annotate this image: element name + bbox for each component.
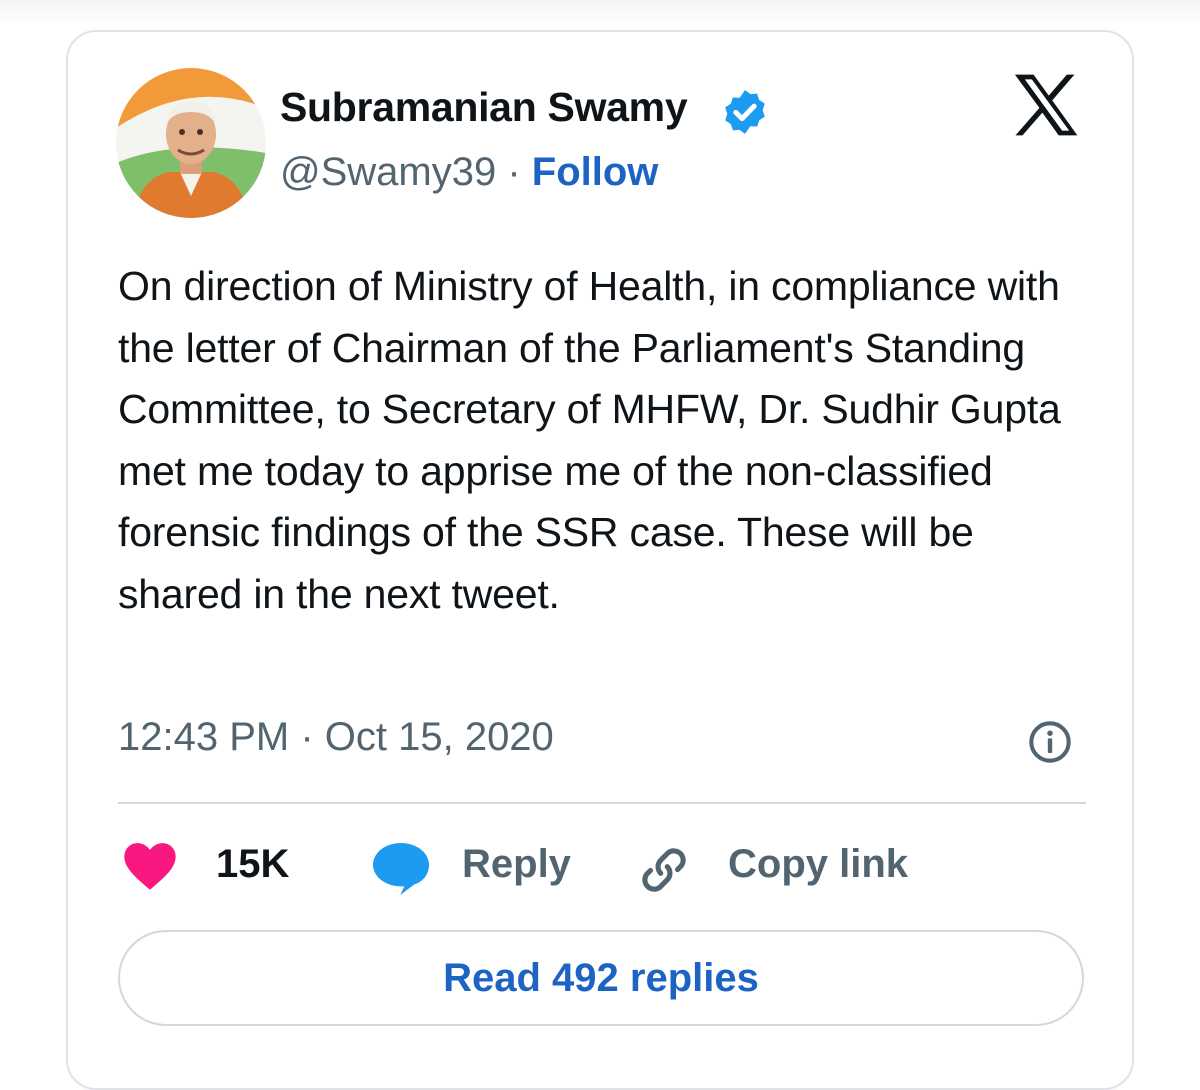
author-display-name[interactable]: Subramanian Swamy bbox=[280, 84, 688, 131]
avatar-image bbox=[116, 68, 266, 218]
copy-link-button[interactable]: Copy link bbox=[632, 836, 922, 900]
link-icon bbox=[642, 848, 686, 892]
author-handle[interactable]: @Swamy39 bbox=[280, 150, 496, 194]
like-count: 15K bbox=[216, 842, 290, 886]
divider bbox=[118, 802, 1086, 804]
handle-separator: · bbox=[496, 150, 532, 194]
tweet-text: On direction of Ministry of Health, in c… bbox=[118, 263, 1061, 617]
handle-row: @Swamy39 · Follow bbox=[280, 150, 658, 195]
speech-bubble-icon bbox=[373, 843, 429, 895]
avatar[interactable] bbox=[116, 68, 266, 218]
reply-label: Reply bbox=[462, 842, 571, 886]
like-button[interactable]: 15K bbox=[118, 836, 308, 900]
reply-button[interactable]: Reply bbox=[370, 836, 580, 900]
tweet-timestamp[interactable]: 12:43 PM · Oct 15, 2020 bbox=[118, 715, 554, 760]
copy-link-label: Copy link bbox=[728, 842, 909, 886]
read-replies-button[interactable]: Read 492 replies bbox=[118, 930, 1084, 1026]
top-band bbox=[0, 0, 1200, 22]
x-logo-icon[interactable] bbox=[1012, 72, 1082, 138]
heart-icon bbox=[124, 843, 176, 890]
verified-badge-icon bbox=[725, 90, 765, 134]
info-icon[interactable] bbox=[1028, 720, 1072, 764]
follow-link[interactable]: Follow bbox=[532, 150, 659, 194]
